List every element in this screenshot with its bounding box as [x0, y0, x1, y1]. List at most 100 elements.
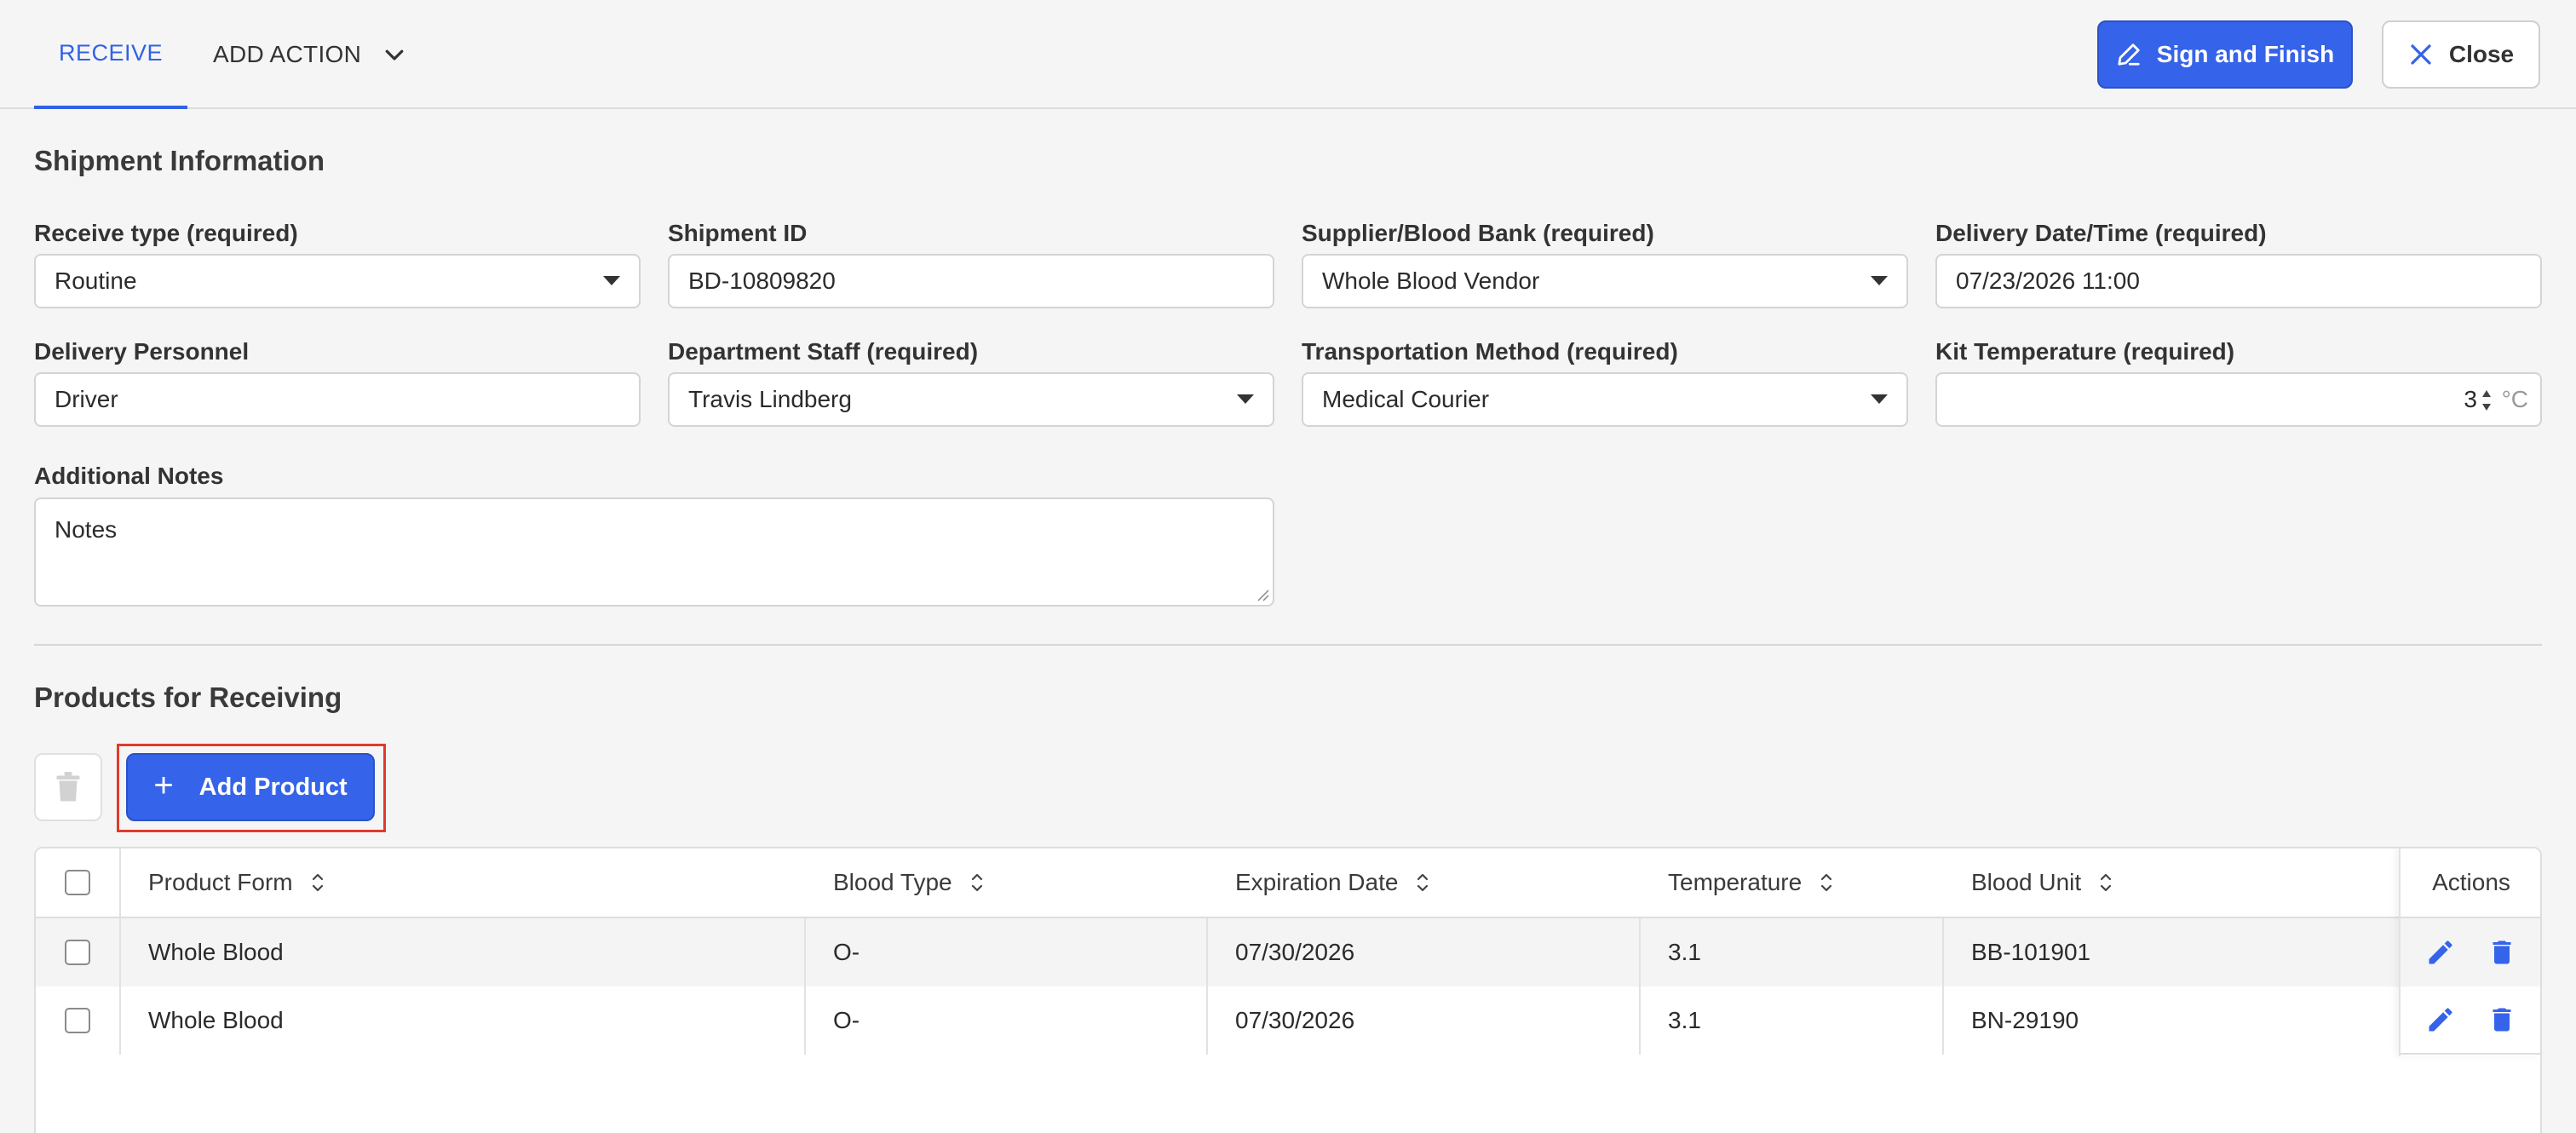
receive-type-label: Receive type (required): [34, 220, 298, 246]
sort-icon: [2101, 873, 2112, 892]
tab-add-action-label: ADD ACTION: [213, 41, 362, 67]
notes-label: Additional Notes: [34, 463, 224, 489]
delivery-datetime-label: Delivery Date/Time (required): [1935, 220, 2267, 246]
products-section-title: Products for Receiving: [34, 682, 342, 713]
department-staff-value: Travis Lindberg: [688, 386, 852, 412]
cell-blood-unit: BB-101901: [1971, 939, 2091, 965]
row-checkbox[interactable]: [65, 1008, 90, 1033]
column-header-product-form[interactable]: Product Form: [148, 848, 325, 917]
top-bar: RECEIVE ADD ACTION Sign and Finish Close: [0, 0, 2576, 109]
trash-icon: [56, 772, 80, 802]
delivery-personnel-label: Delivery Personnel: [34, 338, 250, 365]
edit-pencil-icon[interactable]: [2425, 936, 2456, 969]
select-all-cell: [36, 848, 121, 917]
delete-selected-button[interactable]: [34, 753, 102, 821]
sign-and-finish-label: Sign and Finish: [2156, 41, 2335, 67]
row-actions: [2401, 918, 2540, 986]
shipment-id-label: Shipment ID: [668, 220, 808, 246]
add-product-label: Add Product: [198, 773, 348, 801]
row-actions: [2401, 986, 2540, 1055]
supplier-value: Whole Blood Vendor: [1322, 267, 1540, 294]
kit-temperature-unit: °C: [2501, 386, 2528, 412]
edit-pen-icon: [2118, 43, 2140, 66]
column-divider: [804, 986, 806, 1055]
dropdown-caret-icon: [1237, 394, 1254, 404]
column-header-blood-unit[interactable]: Blood Unit: [1971, 848, 2113, 917]
close-button[interactable]: Close: [2382, 20, 2540, 89]
row-select-cell: [36, 986, 121, 1055]
sign-and-finish-button[interactable]: Sign and Finish: [2097, 20, 2353, 89]
column-divider: [1639, 986, 1641, 1055]
shipment-id-value: BD-10809820: [688, 267, 836, 294]
table-header-row: Product Form Blood Type Expiration Date …: [36, 848, 2540, 918]
tab-receive[interactable]: RECEIVE: [34, 0, 187, 109]
column-divider: [804, 918, 806, 986]
column-divider: [1942, 986, 1944, 1055]
section-divider: [34, 644, 2542, 646]
column-divider: [1206, 918, 1208, 986]
table-row[interactable]: Whole Blood O- 07/30/2026 3.1 BN-29190: [36, 986, 2540, 1055]
cell-product-form: Whole Blood: [148, 939, 284, 965]
column-header-label: Product Form: [148, 869, 293, 895]
plus-icon: +: [153, 767, 174, 804]
department-staff-select[interactable]: Travis Lindberg: [668, 372, 1274, 427]
actions-column: Actions: [2399, 848, 2540, 1056]
column-header-expiration-date[interactable]: Expiration Date: [1235, 848, 1430, 917]
notes-value: Notes: [55, 516, 118, 543]
notes-textarea[interactable]: Notes: [34, 497, 1274, 607]
table-row[interactable]: Whole Blood O- 07/30/2026 3.1 BB-101901: [36, 918, 2540, 986]
shipment-section-title: Shipment Information: [34, 145, 325, 176]
dropdown-caret-icon: [603, 276, 620, 285]
column-divider: [1639, 918, 1641, 986]
sort-icon: [971, 873, 982, 892]
sort-icon: [312, 873, 323, 892]
delivery-personnel-input[interactable]: Driver: [34, 372, 641, 427]
transport-method-label: Transportation Method (required): [1302, 338, 1678, 365]
receive-type-value: Routine: [55, 267, 137, 294]
close-icon: [2411, 44, 2431, 65]
delete-trash-icon[interactable]: [2487, 936, 2517, 969]
column-divider: [1942, 918, 1944, 986]
column-header-temperature[interactable]: Temperature: [1668, 848, 1834, 917]
column-header-label: Blood Unit: [1971, 869, 2082, 895]
add-product-button[interactable]: + Add Product: [126, 753, 375, 821]
column-header-label: Expiration Date: [1235, 869, 1399, 895]
cell-expiration-date: 07/30/2026: [1235, 1007, 1355, 1033]
delivery-datetime-input[interactable]: 07/23/2026 11:00: [1935, 254, 2542, 308]
resize-grip-icon[interactable]: [1256, 588, 1269, 601]
sort-icon: [1821, 873, 1832, 892]
department-staff-label: Department Staff (required): [668, 338, 979, 365]
number-spinner-icon[interactable]: [2481, 388, 2493, 413]
supplier-label: Supplier/Blood Bank (required): [1302, 220, 1654, 246]
products-table: Product Form Blood Type Expiration Date …: [34, 847, 2542, 1133]
tab-add-action[interactable]: ADD ACTION: [213, 0, 407, 109]
cell-temperature: 3.1: [1668, 939, 1701, 965]
column-header-label: Blood Type: [833, 869, 952, 895]
delivery-personnel-value: Driver: [55, 386, 118, 412]
cell-temperature: 3.1: [1668, 1007, 1701, 1033]
kit-temperature-value: 3: [2464, 386, 2477, 412]
column-divider: [1206, 986, 1208, 1055]
cell-blood-type: O-: [833, 939, 860, 965]
receive-type-select[interactable]: Routine: [34, 254, 641, 308]
transport-method-value: Medical Courier: [1322, 386, 1490, 412]
close-label: Close: [2448, 41, 2515, 67]
supplier-select[interactable]: Whole Blood Vendor: [1302, 254, 1908, 308]
dropdown-caret-icon: [1871, 276, 1888, 285]
shipment-id-input[interactable]: BD-10809820: [668, 254, 1274, 308]
column-header-actions: Actions: [2401, 848, 2540, 918]
row-select-cell: [36, 918, 121, 986]
delete-trash-icon[interactable]: [2487, 1004, 2517, 1036]
kit-temperature-label: Kit Temperature (required): [1935, 338, 2235, 365]
column-header-label: Temperature: [1668, 869, 1803, 895]
chevron-down-icon: [385, 49, 404, 60]
column-header-blood-type[interactable]: Blood Type: [833, 848, 985, 917]
cell-blood-unit: BN-29190: [1971, 1007, 2079, 1033]
row-checkbox[interactable]: [65, 940, 90, 965]
select-all-checkbox[interactable]: [65, 870, 90, 895]
delivery-datetime-value: 07/23/2026 11:00: [1956, 267, 2140, 294]
edit-pencil-icon[interactable]: [2425, 1004, 2456, 1036]
transport-method-select[interactable]: Medical Courier: [1302, 372, 1908, 427]
kit-temperature-input[interactable]: 3 °C: [1935, 372, 2542, 427]
cell-expiration-date: 07/30/2026: [1235, 939, 1355, 965]
